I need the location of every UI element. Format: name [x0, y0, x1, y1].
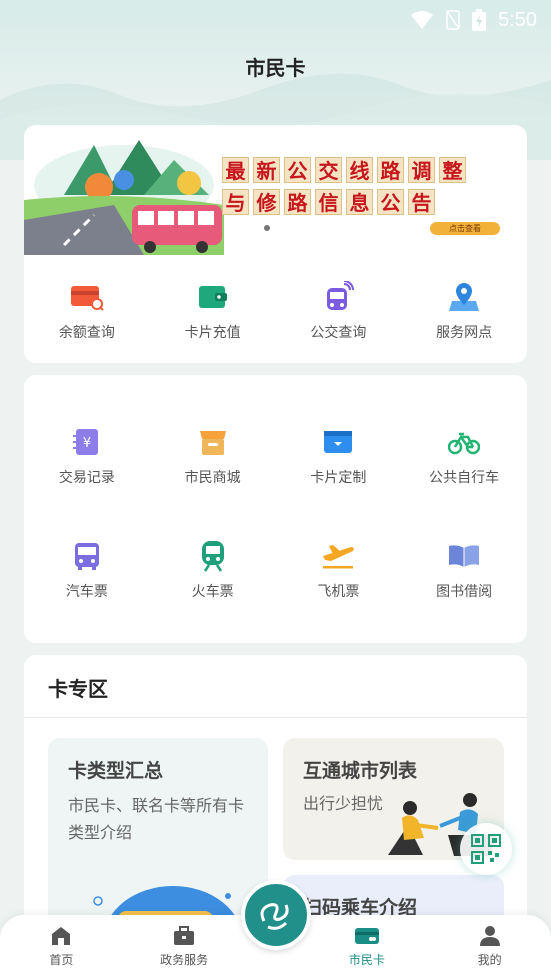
transaction-record-icon: ¥: [70, 425, 104, 459]
wallet-icon: [196, 280, 230, 314]
bicycle-icon: [447, 425, 481, 459]
tab-citizen-card[interactable]: 市民卡: [306, 915, 429, 979]
service-public-bicycle[interactable]: 公共自行车: [401, 425, 527, 487]
service-citizen-mall[interactable]: 市民商城: [150, 425, 276, 487]
quick-action-label: 余额查询: [58, 325, 115, 341]
quick-action-label: 卡片充值: [184, 325, 241, 341]
tab-government-services[interactable]: 政务服务: [123, 915, 246, 979]
tab-mine[interactable]: 我的: [428, 915, 551, 979]
qr-code-button[interactable]: [460, 823, 512, 875]
divider: [24, 717, 527, 718]
book-icon: [447, 539, 481, 573]
quick-bus-query[interactable]: 公交查询: [276, 280, 402, 342]
service-train-ticket[interactable]: 火车票: [150, 539, 276, 601]
home-icon: [52, 927, 71, 945]
service-label: 火车票: [191, 584, 234, 600]
citizen-logo-icon: [260, 903, 289, 930]
banner-headline-1: 最新公交线路调整: [222, 157, 466, 183]
shop-icon: [196, 425, 230, 459]
service-bus-ticket[interactable]: 汽车票: [24, 539, 150, 601]
tab-label: 首页: [49, 953, 74, 967]
tab-label: 我的: [477, 953, 502, 967]
bus-ticket-icon: [70, 539, 104, 573]
tab-label: 市民卡: [348, 953, 385, 967]
banner-headline-2: 与修路信息公告: [222, 189, 466, 215]
services-card: ¥ 交易记录 市民商城 卡片定制 公共自行车 汽车票 火车票 飞机票 图书借阅: [24, 375, 527, 643]
user-icon: [479, 926, 500, 946]
quick-action-label: 服务网点: [436, 325, 493, 341]
service-book-lending[interactable]: 图书借阅: [401, 539, 527, 601]
location-icon: [447, 280, 481, 314]
citizen-card-icon: [354, 928, 379, 944]
quick-service-outlets[interactable]: 服务网点: [401, 280, 527, 342]
quick-card-recharge[interactable]: 卡片充值: [150, 280, 276, 342]
service-label: 公共自行车: [429, 470, 500, 486]
service-label: 飞机票: [317, 584, 360, 600]
carousel-indicator: [264, 225, 270, 231]
service-label: 卡片定制: [310, 470, 367, 486]
service-plane-ticket[interactable]: 飞机票: [276, 539, 402, 601]
center-logo-button[interactable]: [241, 880, 311, 950]
plane-icon: [321, 539, 355, 573]
battery-icon: [472, 9, 487, 31]
tab-home[interactable]: 首页: [0, 915, 123, 979]
tile-title: 卡类型汇总: [68, 760, 164, 782]
banner-illustration: [24, 125, 224, 255]
tile-subtitle: 市民卡、联名卡等所有卡类型介绍: [68, 796, 245, 842]
card-zone-title: 卡专区: [48, 677, 108, 701]
tab-label: 政务服务: [160, 953, 209, 967]
briefcase-icon: [174, 926, 195, 945]
balance-query-icon: [70, 280, 104, 314]
status-time: 5:50: [498, 8, 537, 31]
announcement-banner[interactable]: 最新公交线路调整 与修路信息公告 点击查看: [24, 125, 527, 255]
status-bar: 5:50: [0, 0, 551, 40]
svg-text:¥: ¥: [83, 436, 91, 451]
service-label: 市民商城: [184, 470, 241, 486]
service-label: 图书借阅: [436, 584, 493, 600]
card-custom-icon: [321, 425, 355, 459]
service-card-customization[interactable]: 卡片定制: [276, 425, 402, 487]
page-title: 市民卡: [245, 56, 306, 80]
train-icon: [196, 539, 230, 573]
service-transaction-record[interactable]: ¥ 交易记录: [24, 425, 150, 487]
tile-title: 互通城市列表: [303, 760, 418, 782]
quick-action-label: 公交查询: [310, 325, 367, 341]
wifi-icon: [411, 11, 434, 29]
qr-code-icon: [471, 834, 501, 864]
banner-card: 最新公交线路调整 与修路信息公告 点击查看 余额查询 卡片充值 公交查询 服务网…: [24, 125, 527, 363]
quick-balance-query[interactable]: 余额查询: [24, 280, 150, 342]
banner-view-button[interactable]: 点击查看: [430, 222, 500, 235]
service-label: 汽车票: [65, 584, 108, 600]
no-sim-icon: [446, 10, 460, 30]
service-label: 交易记录: [58, 470, 115, 486]
bus-query-icon: [321, 280, 355, 314]
